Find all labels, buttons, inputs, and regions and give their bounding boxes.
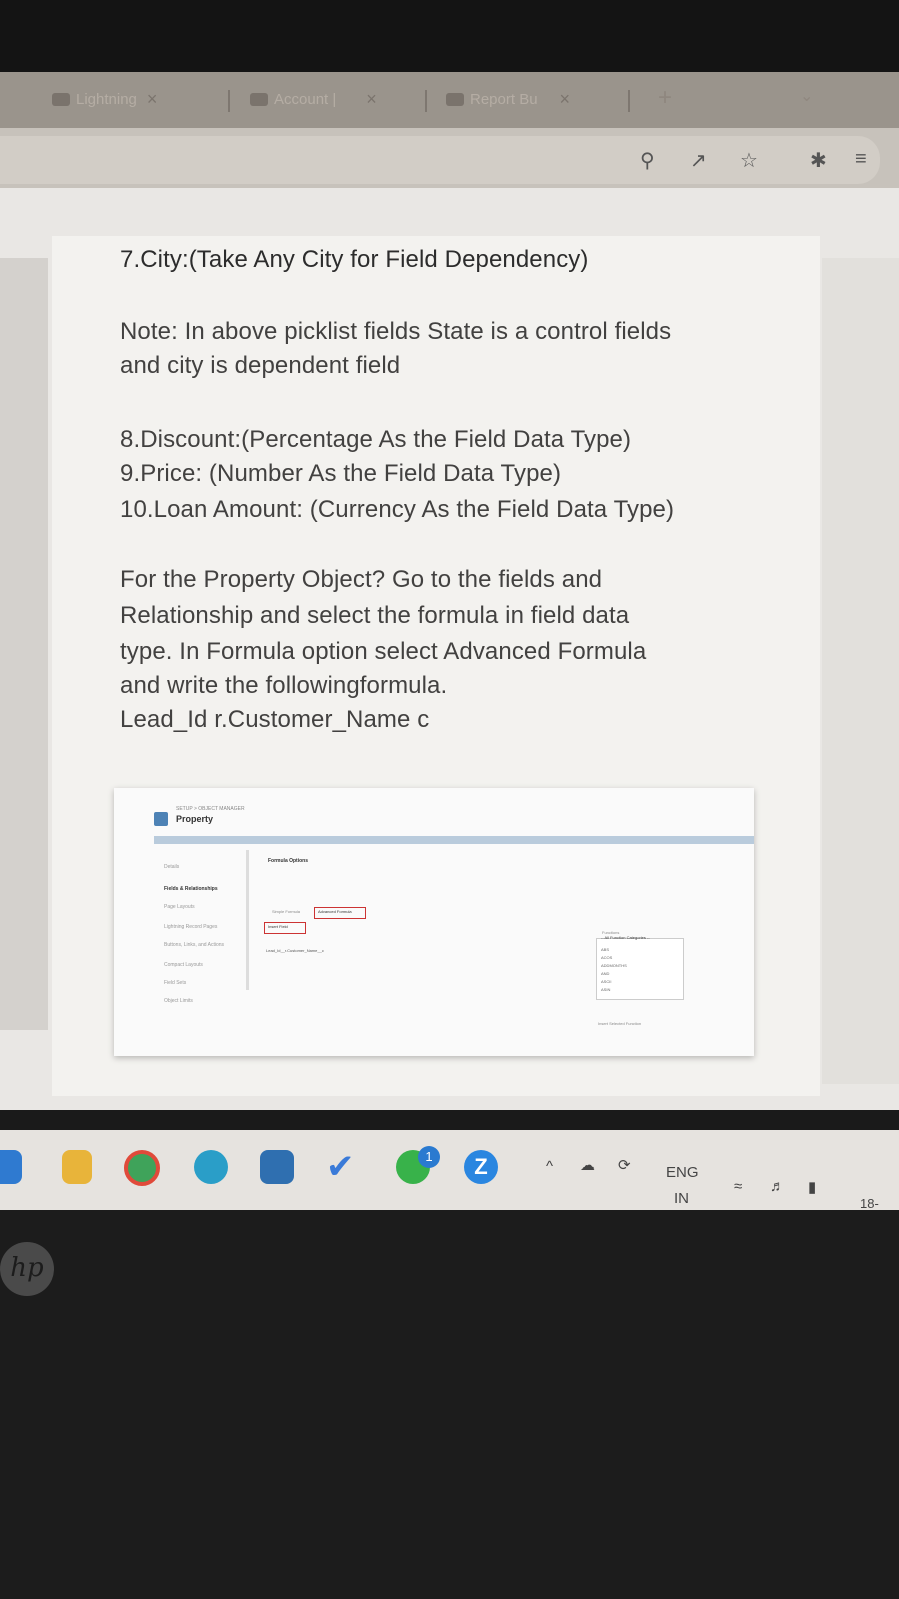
salesforce-cloud-icon	[52, 92, 70, 106]
monitor-top-bezel	[0, 0, 899, 72]
nav-fields: Fields & Relationships	[164, 886, 218, 892]
volume-icon[interactable]: ♬	[770, 1178, 785, 1195]
simple-formula-tab: Simple Formula	[272, 909, 301, 914]
chrome-icon[interactable]	[124, 1150, 160, 1186]
formula-options-label: Formula Options	[268, 858, 308, 864]
zoom-icon[interactable]: ⚲	[640, 148, 655, 173]
doc-line-instr-4: and write the followingformula.	[120, 672, 448, 699]
doc-line-instr-1: For the Property Object? Go to the field…	[120, 566, 603, 593]
object-icon	[154, 812, 168, 826]
language-in[interactable]: IN	[674, 1190, 689, 1207]
header-divider	[154, 836, 754, 844]
app-icon[interactable]	[0, 1150, 22, 1184]
nav-object-limits: Object Limits	[164, 998, 193, 1004]
battery-icon[interactable]: ▮	[808, 1178, 816, 1196]
monitor-bottom-bezel	[0, 1210, 899, 1599]
embedded-salesforce-screenshot: SETUP > OBJECT MANAGER Property Details …	[114, 788, 754, 1056]
doc-line-formula: Lead_Id r.Customer_Name c	[120, 706, 430, 733]
tab-separator	[425, 90, 427, 112]
left-margin	[0, 258, 48, 1030]
photo-of-screen: Lightning × Account | × Report Bu × + ⌄ …	[0, 0, 899, 1599]
sync-icon[interactable]: ⟳	[618, 1156, 631, 1174]
advanced-formula-tab: Advanced Formula	[318, 909, 352, 914]
function-item: ABS	[601, 947, 610, 952]
nav-scrollbar	[246, 850, 249, 990]
doc-line-loan: 10.Loan Amount: (Currency As the Field D…	[120, 496, 675, 523]
nav-field-sets: Field Sets	[164, 980, 187, 986]
nav-page-layouts: Page Layouts	[164, 904, 195, 910]
tab-label: Account |	[274, 90, 337, 108]
tab-label: Report Bu	[470, 90, 538, 108]
bookmark-star-icon[interactable]: ☆	[740, 148, 758, 173]
tab-report-builder[interactable]: Report Bu ×	[446, 86, 570, 112]
function-item: ADDMONTHS	[601, 963, 627, 968]
function-item: AND	[601, 971, 610, 976]
tab-lightning[interactable]: Lightning ×	[52, 86, 157, 112]
tab-close-icon[interactable]: ×	[366, 89, 377, 110]
extensions-puzzle-icon[interactable]: ✱	[810, 148, 827, 173]
formula-text: Lead_Id__r.Customer_Name__c	[266, 948, 324, 953]
function-item: ASCII	[601, 979, 612, 984]
functions-list: -- All Function Categories -- ABS ACOS A…	[596, 935, 684, 1000]
doc-line-discount: 8.Discount:(Percentage As the Field Data…	[120, 426, 632, 453]
object-title: Property	[176, 814, 214, 824]
clock-partial: 18-	[860, 1196, 879, 1211]
doc-line-city: 7.City:(Take Any City for Field Dependen…	[120, 246, 589, 273]
onedrive-icon[interactable]: ☁	[580, 1156, 595, 1174]
language-eng[interactable]: ENG	[666, 1164, 699, 1181]
doc-line-price: 9.Price: (Number As the Field Data Type)	[120, 460, 562, 487]
insert-field-button: Insert Field	[268, 924, 288, 929]
doc-line-note-1: Note: In above picklist fields State is …	[120, 318, 672, 345]
tab-close-icon[interactable]: ×	[147, 89, 158, 110]
function-item: ACOS	[601, 955, 613, 960]
salesforce-cloud-icon	[446, 92, 464, 106]
wifi-icon[interactable]: ≈	[734, 1178, 742, 1195]
new-tab-button[interactable]: +	[658, 84, 672, 112]
nav-buttons: Buttons, Links, and Actions	[164, 942, 225, 948]
nav-details: Details	[164, 864, 180, 870]
doc-line-note-2: and city is dependent field	[120, 352, 401, 379]
tab-search-chevron-icon[interactable]: ⌄	[800, 86, 813, 106]
nav-lightning-pages: Lightning Record Pages	[164, 924, 218, 930]
tray-overflow-caret[interactable]: ^	[546, 1158, 553, 1175]
file-explorer-icon[interactable]	[62, 1150, 92, 1184]
nav-compact-layouts: Compact Layouts	[164, 962, 203, 968]
store-icon[interactable]	[260, 1150, 294, 1184]
doc-line-instr-2: Relationship and select the formula in f…	[120, 602, 630, 629]
reading-list-icon[interactable]: ≡	[855, 148, 867, 171]
edge-icon[interactable]	[194, 1150, 228, 1184]
zoom-app-icon[interactable]: Z	[464, 1150, 498, 1184]
function-item: ASIN	[601, 987, 611, 992]
todo-check-icon[interactable]: ✔	[326, 1150, 360, 1184]
salesforce-cloud-icon	[250, 92, 268, 106]
object-manager-nav: Details Fields & Relationships Page Layo…	[154, 848, 250, 1004]
hp-logo: hp	[0, 1242, 54, 1296]
function-category: -- All Function Categories --	[601, 935, 650, 940]
tab-separator	[628, 90, 630, 112]
tab-close-icon[interactable]: ×	[560, 89, 571, 110]
right-margin	[822, 258, 899, 1084]
tab-label: Lightning	[76, 90, 137, 108]
notification-badge: 1	[418, 1146, 440, 1168]
tab-account[interactable]: Account | ×	[250, 86, 377, 112]
breadcrumb: SETUP > OBJECT MANAGER	[176, 806, 245, 812]
doc-line-instr-3: type. In Formula option select Advanced …	[120, 638, 647, 665]
share-icon[interactable]: ↗	[690, 148, 707, 173]
tab-separator	[228, 90, 230, 112]
insert-selected-function: Insert Selected Function	[598, 1021, 642, 1026]
